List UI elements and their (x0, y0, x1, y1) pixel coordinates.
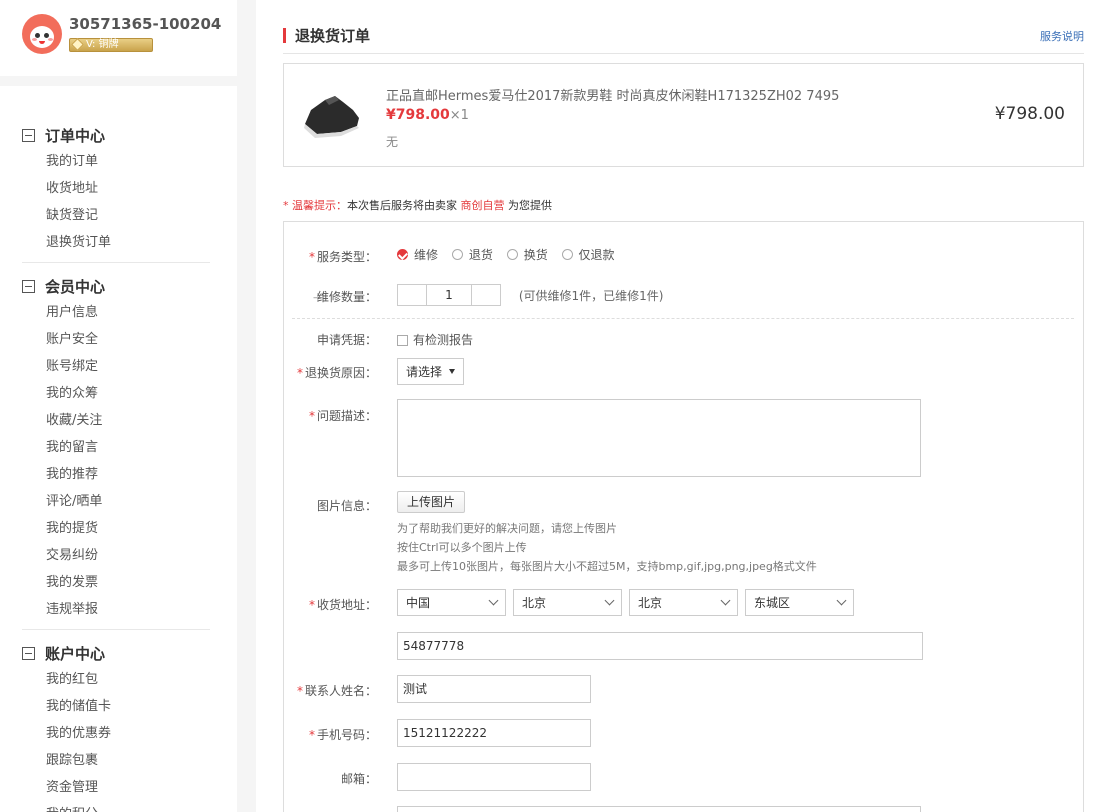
service-tip: * 温馨提示：本次售后服务将由卖家 商创自营 为您提供 (283, 199, 552, 212)
nav-item-funds[interactable]: 资金管理 (22, 774, 210, 801)
vip-badge: V: 铜牌 (69, 38, 153, 52)
product-total: ¥798.00 (994, 104, 1065, 124)
nav-item-my-orders[interactable]: 我的订单 (22, 148, 210, 175)
increment-button[interactable] (471, 285, 500, 305)
province-select[interactable]: 北京 (513, 589, 622, 616)
reason-row: * 退换货原因： 请选择 (284, 358, 1064, 385)
inspection-report-checkbox[interactable] (397, 335, 408, 346)
nav-group-title[interactable]: 会员中心 (22, 275, 210, 297)
country-select[interactable]: 中国 (397, 589, 506, 616)
main-panel: 退换货订单 服务说明 正品直邮Hermes爱马仕2017新款男鞋 时尚真皮休闲鞋… (256, 0, 1105, 812)
radio-refund-only[interactable]: 仅退款 (561, 246, 615, 263)
chevron-down-icon (604, 595, 615, 606)
sidebar-nav: 订单中心 我的订单 收货地址 缺货登记 退换货订单 会员中心 用户信息 账户安全… (0, 86, 237, 812)
next-row (284, 806, 1064, 812)
quantity-value[interactable]: 1 (427, 285, 471, 305)
images-row: 图片信息： 上传图片 为了帮助我们更好的解决问题，请您上传图片 按住Ctrl可以… (284, 491, 1064, 575)
phone-row: * 手机号码： 15121122222 (284, 719, 1064, 747)
chevron-down-icon (488, 595, 499, 606)
radio-return[interactable]: 退货 (451, 246, 493, 263)
caret-down-icon (449, 369, 456, 374)
nav-item-pickup[interactable]: 我的提货 (22, 515, 210, 542)
service-info-link[interactable]: 服务说明 (1040, 28, 1084, 44)
seller-name: 商创自营 (460, 199, 505, 212)
nav-item-report[interactable]: 违规举报 (22, 596, 210, 623)
nav-item-stockout[interactable]: 缺货登记 (22, 202, 210, 229)
quantity-hint: (可供维修1件，已维修1件) (518, 288, 664, 303)
nav-item-stored-card[interactable]: 我的储值卡 (22, 693, 210, 720)
product-price: ¥798.00×1 (386, 107, 469, 123)
product-qty: ×1 (449, 108, 469, 123)
radio-repair[interactable]: 维修 (397, 246, 438, 263)
username: 30571365-100204 (69, 15, 222, 33)
nav-item-returns[interactable]: 退换货订单 (22, 229, 210, 256)
nav-item-reviews[interactable]: 评论/晒单 (22, 488, 210, 515)
vip-level: V: 铜牌 (86, 39, 119, 50)
nav-item-crowdfunding[interactable]: 我的众筹 (22, 380, 210, 407)
nav-group-title[interactable]: 订单中心 (22, 124, 210, 146)
service-type-radios: 维修 退货 换货 仅退款 (397, 246, 625, 263)
email-row: 邮箱： (284, 763, 1064, 791)
nav-group-title[interactable]: 账户中心 (22, 642, 210, 664)
address-row: * 收货地址： 中国 北京 北京 东城区 (284, 589, 1064, 617)
service-type-row: * 服务类型： 维修 退货 换货 仅退款 (284, 246, 1064, 266)
collapse-icon[interactable] (22, 279, 35, 293)
nav-item-referrals[interactable]: 我的推荐 (22, 461, 210, 488)
nav-item-invoices[interactable]: 我的发票 (22, 569, 210, 596)
evidence-row: 申请凭据： 有检测报告 (316, 333, 474, 347)
product-name[interactable]: 正品直邮Hermes爱马仕2017新款男鞋 时尚真皮休闲鞋H171325ZH02… (386, 85, 839, 104)
city-select[interactable]: 北京 (629, 589, 738, 616)
product-card: 正品直邮Hermes爱马仕2017新款男鞋 时尚真皮休闲鞋H171325ZH02… (283, 63, 1084, 167)
page-header: 退换货订单 服务说明 (283, 24, 1084, 54)
chevron-down-icon (720, 595, 731, 606)
nav-item-coupons[interactable]: 我的优惠券 (22, 720, 210, 747)
nav-item-security[interactable]: 账户安全 (22, 326, 210, 353)
nav-item-user-info[interactable]: 用户信息 (22, 299, 210, 326)
description-textarea[interactable] (397, 399, 921, 477)
user-card: 30571365-100204 V: 铜牌 (0, 0, 237, 76)
product-spec: 无 (386, 135, 399, 149)
upload-image-button[interactable]: 上传图片 (397, 491, 466, 513)
nav-item-points[interactable]: 我的积分 (22, 801, 210, 812)
email-input[interactable] (397, 763, 591, 791)
nav-item-favorites[interactable]: 收藏/关注 (22, 407, 210, 434)
contact-row: * 联系人姓名： 测试 (284, 675, 1064, 703)
reason-select[interactable]: 请选择 (397, 358, 465, 385)
description-row: * 问题描述： (284, 399, 1064, 477)
nav-item-tracking[interactable]: 跟踪包裹 (22, 747, 210, 774)
district-select[interactable]: 东城区 (745, 589, 854, 616)
phone-input[interactable]: 15121122222 (397, 719, 591, 747)
quantity-stepper: 1 (397, 284, 501, 306)
page-title: 退换货订单 (295, 27, 371, 45)
address-detail-input[interactable]: 54877778 (397, 632, 923, 660)
shoe-image (304, 96, 359, 138)
quantity-row: + 维修数量： 1 (可供维修1件，已维修1件) (284, 284, 1064, 308)
radio-exchange[interactable]: 换货 (506, 246, 548, 263)
avatar[interactable] (22, 14, 62, 54)
title-accent (283, 28, 286, 43)
diamond-icon (71, 38, 84, 51)
chevron-down-icon (836, 595, 847, 606)
nav-group-orders: 订单中心 我的订单 收货地址 缺货登记 退换货订单 (22, 124, 210, 256)
contact-name-input[interactable]: 测试 (397, 675, 591, 703)
nav-item-red-packets[interactable]: 我的红包 (22, 666, 210, 693)
nav-item-address[interactable]: 收货地址 (22, 175, 210, 202)
collapse-icon[interactable] (22, 128, 35, 142)
nav-group-account: 账户中心 我的红包 我的储值卡 我的优惠券 跟踪包裹 资金管理 我的积分 (22, 629, 210, 812)
collapse-icon[interactable] (22, 646, 35, 660)
nav-group-member: 会员中心 用户信息 账户安全 账号绑定 我的众筹 收藏/关注 我的留言 我的推荐… (22, 262, 210, 623)
address-detail-row: 54877778 (284, 632, 1064, 660)
upload-hints: 为了帮助我们更好的解决问题，请您上传图片 按住Ctrl可以多个图片上传 最多可上… (397, 522, 817, 573)
next-field[interactable] (397, 806, 921, 812)
decrement-button[interactable] (398, 285, 427, 305)
divider (292, 318, 1074, 319)
nav-item-binding[interactable]: 账号绑定 (22, 353, 210, 380)
return-form: * 服务类型： 维修 退货 换货 仅退款 + 维修数量： 1 (可供维修1件，已… (283, 221, 1084, 812)
nav-item-messages[interactable]: 我的留言 (22, 434, 210, 461)
nav-item-disputes[interactable]: 交易纠纷 (22, 542, 210, 569)
